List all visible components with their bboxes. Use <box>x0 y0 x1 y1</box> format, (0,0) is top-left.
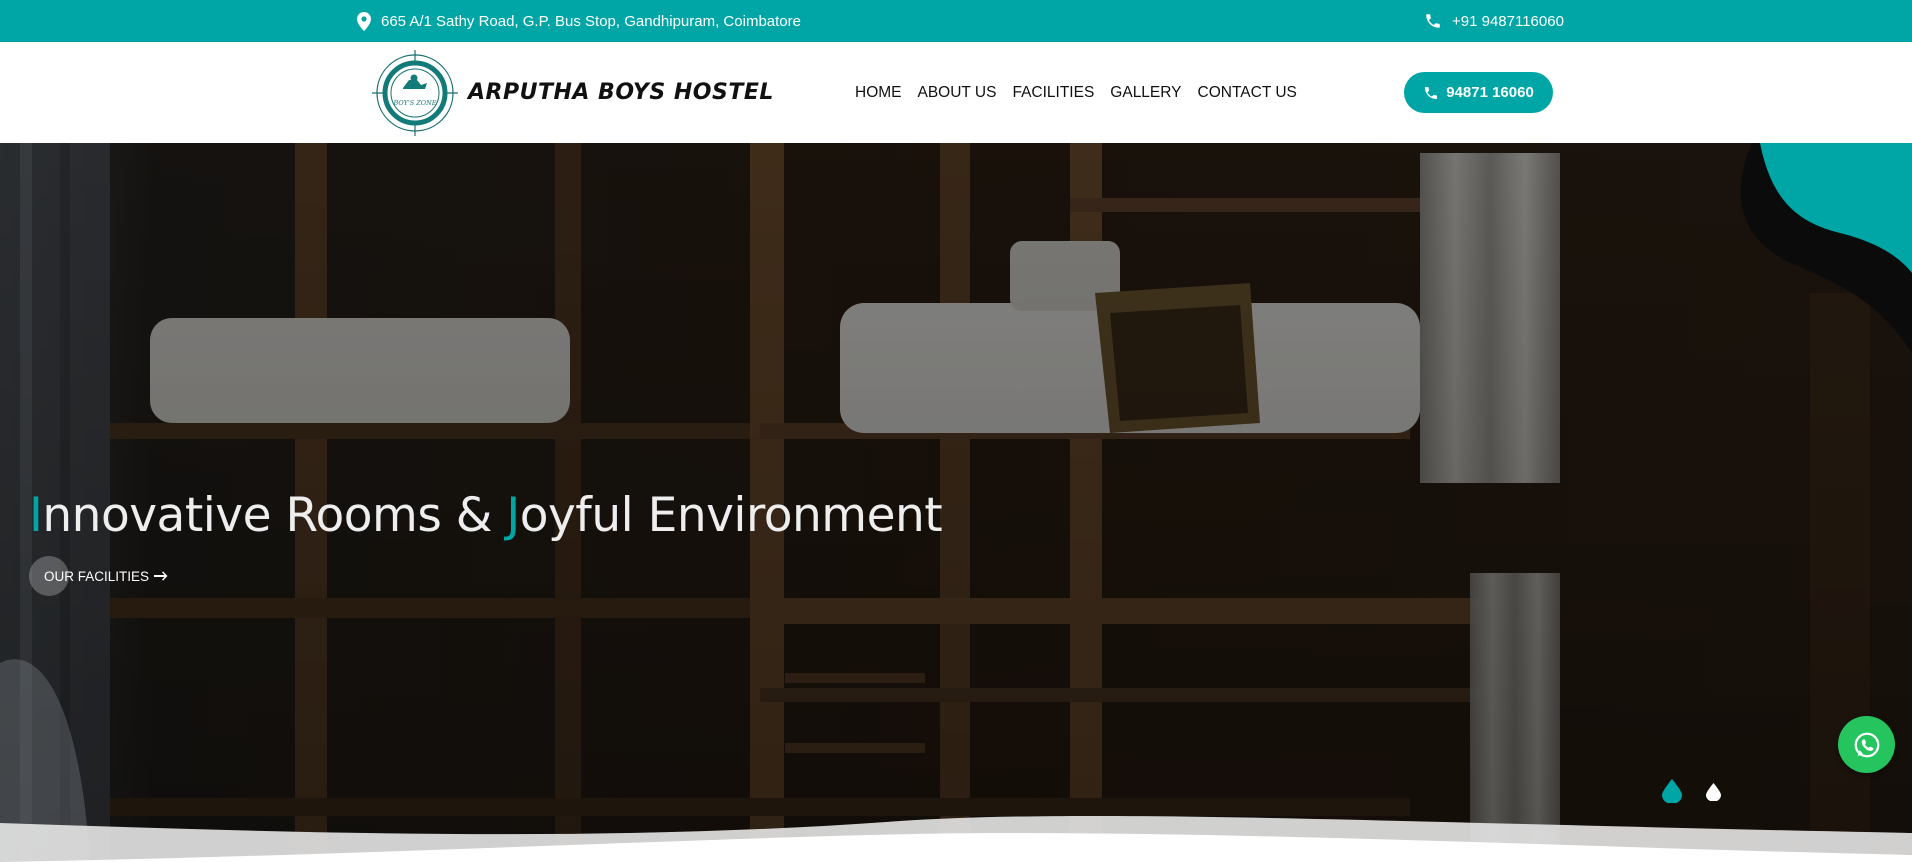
hostel-logo-emblem[interactable]: BOY'S ZONE <box>370 48 460 138</box>
phone-icon <box>1426 14 1440 28</box>
hero-title-accent-j: J <box>506 488 520 543</box>
arrow-right-icon <box>154 571 168 581</box>
call-button[interactable]: 94871 16060 <box>1404 72 1553 113</box>
address-info: 665 A/1 Sathy Road, G.P. Bus Stop, Gandh… <box>357 0 801 42</box>
slider-dot-2[interactable] <box>1706 783 1721 801</box>
logo-text: BOY'S ZONE <box>392 99 436 107</box>
slider-dot-1[interactable] <box>1662 779 1682 803</box>
nav-about-us[interactable]: ABOUT US <box>918 84 997 102</box>
our-facilities-button[interactable]: OUR FACILITIES <box>29 556 168 596</box>
brand-name[interactable]: ARPUTHA BOYS HOSTEL <box>468 72 774 112</box>
nav-gallery[interactable]: GALLERY <box>1110 84 1181 102</box>
call-button-label[interactable]: 94871 16060 <box>1446 84 1534 101</box>
nav-contact-us[interactable]: CONTACT US <box>1198 84 1297 102</box>
our-facilities-label: OUR FACILITIES <box>44 568 150 584</box>
address-text: 665 A/1 Sathy Road, G.P. Bus Stop, Gandh… <box>381 12 801 30</box>
hero-title-part1: nnovative Rooms & <box>42 488 507 543</box>
nav-facilities[interactable]: FACILITIES <box>1012 84 1094 102</box>
hero-title-accent-i: I <box>29 488 43 543</box>
topbar-phone[interactable]: +91 9487116060 <box>1424 0 1564 42</box>
hero-slider: Innovative Rooms & Joyful Environment OU… <box>0 143 1912 862</box>
hero-title-part2: oyful Environment <box>519 488 943 543</box>
whatsapp-icon <box>1854 732 1879 757</box>
map-pin-icon <box>357 11 371 31</box>
main-nav: HOME ABOUT US FACILITIES GALLERY CONTACT… <box>855 42 1297 143</box>
nav-home[interactable]: HOME <box>855 84 902 102</box>
hero-title: Innovative Rooms & Joyful Environment <box>29 488 943 543</box>
top-info-bar: 665 A/1 Sathy Road, G.P. Bus Stop, Gandh… <box>0 0 1912 42</box>
phone-icon <box>1425 86 1438 99</box>
site-header: BOY'S ZONE ARPUTHA BOYS HOSTEL HOME ABOU… <box>0 42 1912 143</box>
whatsapp-button[interactable] <box>1838 716 1895 773</box>
topbar-phone-text[interactable]: +91 9487116060 <box>1452 13 1564 30</box>
